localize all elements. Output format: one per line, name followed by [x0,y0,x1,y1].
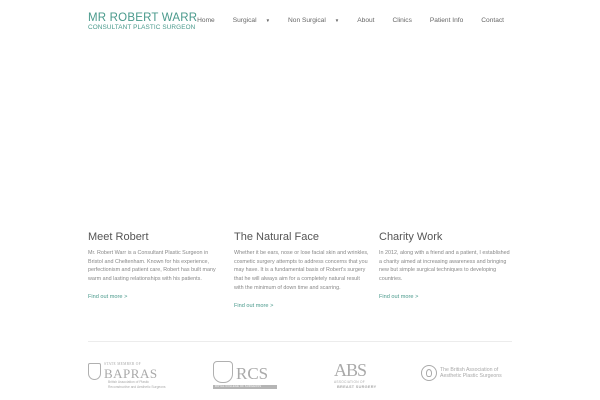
site-header: MR ROBERT WARR CONSULTANT PLASTIC SURGEO… [0,0,600,40]
nav-non-surgical[interactable]: Non Surgical ▼ [288,17,339,24]
crest-icon [88,363,101,380]
baaps-logo[interactable]: The British Association of Aesthetic Pla… [421,360,511,392]
column-natural-face: The Natural Face Whether it be ears, nos… [234,230,369,309]
nav-about-label: About [357,17,375,24]
nav-about[interactable]: About [357,17,374,24]
find-out-more-link[interactable]: Find out more > [88,294,223,300]
nav-clinics-label: Clinics [392,17,412,24]
nav-contact-label: Contact [481,17,504,24]
nav-home-label: Home [197,17,215,24]
column-body: Mr. Robert Warr is a Consultant Plastic … [88,250,216,283]
abs-name: ABS [334,360,367,380]
chevron-down-icon: ▼ [265,18,271,23]
crest-icon [213,361,233,383]
chevron-down-icon: ▼ [334,18,340,23]
nav-non-surgical-label: Non Surgical [288,17,326,24]
bapras-logo[interactable]: STATE MEMBER OF BAPRAS British Associati… [88,360,188,392]
main-nav: Home Surgical ▼ Non Surgical ▼ About Cli… [197,17,504,24]
column-title: Charity Work [379,231,443,243]
rcs-logo[interactable]: RCS ROYAL COLLEGE OF SURGEONS [213,360,279,392]
column-body: Whether it be ears, nose or lose facial … [234,250,369,291]
nav-surgical-label: Surgical [232,17,257,24]
column-title: The Natural Face [234,231,319,243]
column-title: Meet Robert [88,231,149,243]
column-meet-robert: Meet Robert Mr. Robert Warr is a Consult… [88,230,223,300]
logo-name: MR ROBERT WARR [88,12,198,24]
hero-area [0,40,600,228]
logo-subtitle: CONSULTANT PLASTIC SURGEON [88,24,196,31]
baaps-line-2: Aesthetic Plastic Surgeons [440,373,502,379]
abs-line-2: BREAST SURGERY [337,385,377,389]
nav-home[interactable]: Home [197,17,215,24]
rcs-name: RCS [236,364,269,383]
footer-divider [88,341,512,342]
abs-logo[interactable]: ABS ASSOCIATION OF BREAST SURGERY [334,360,378,392]
rcs-bar-text: ROYAL COLLEGE OF SURGEONS [215,385,262,388]
nav-patient-info-label: Patient Info [429,17,464,24]
nav-contact[interactable]: Contact [481,17,504,24]
emblem-icon [421,365,437,381]
column-body: In 2012, along with a friend and a patie… [379,250,510,283]
bapras-line-1: British Association of Plastic [108,380,150,384]
site-logo[interactable]: MR ROBERT WARR CONSULTANT PLASTIC SURGEO… [88,12,197,32]
nav-surgical[interactable]: Surgical ▼ [233,17,270,24]
find-out-more-link[interactable]: Find out more > [379,294,514,300]
abs-line-1: ASSOCIATION OF [334,380,366,384]
nav-patient-info[interactable]: Patient Info [430,17,463,24]
find-out-more-link[interactable]: Find out more > [234,303,369,309]
emblem-inner-icon [426,369,432,377]
nav-clinics[interactable]: Clinics [392,17,411,24]
column-charity-work: Charity Work In 2012, along with a frien… [379,230,514,300]
bapras-line-2: Reconstructive and Aesthetic Surgeons [108,385,166,389]
